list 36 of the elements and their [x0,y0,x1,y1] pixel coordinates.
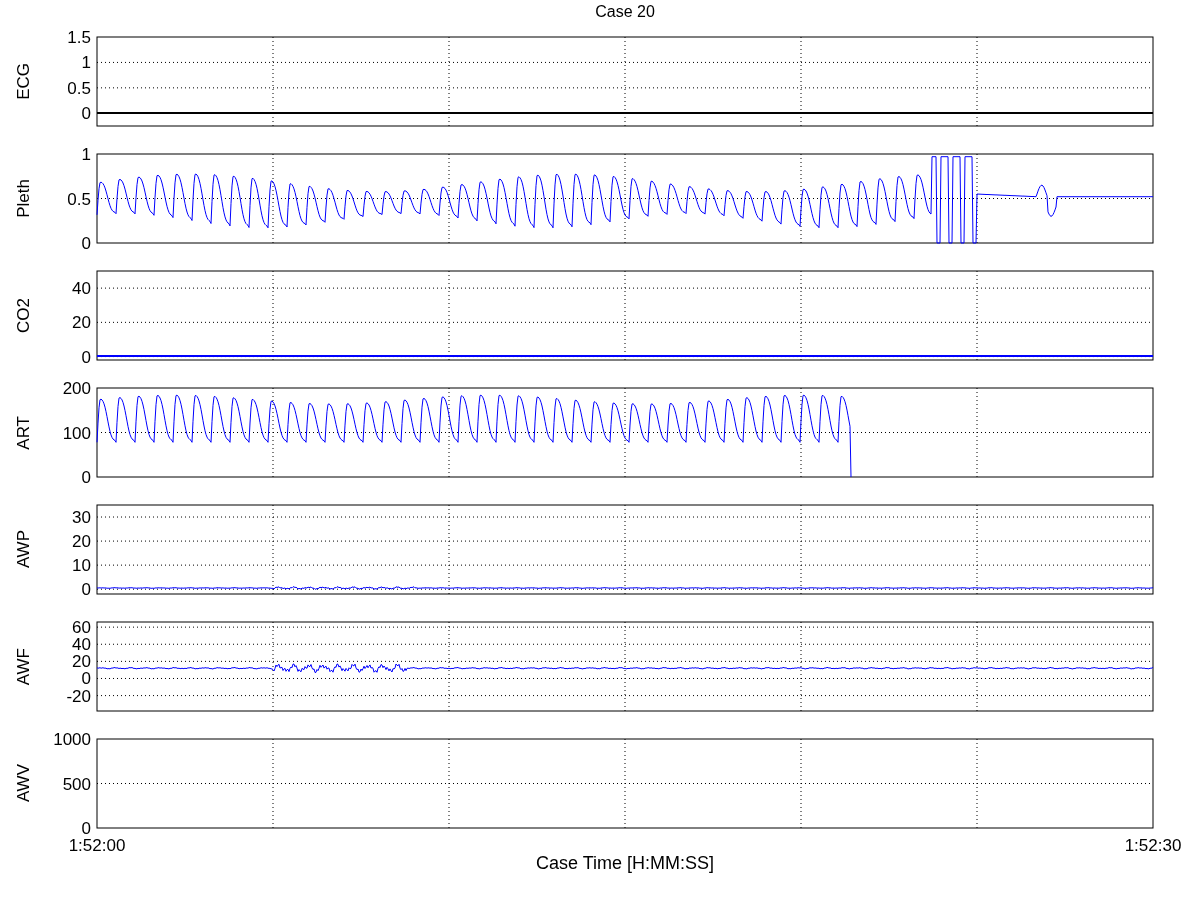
axis-label: ECG [14,63,34,100]
tick-label: 20 [72,313,91,333]
tick-label: 20 [72,652,91,672]
tick-label: 0 [81,104,91,124]
tick-label: 0 [81,468,91,487]
axis-label: ART [14,415,34,450]
axis-label: Pleth [14,179,34,218]
tick-label: 1:52:00 [68,836,126,855]
axis-label: AWF [14,647,34,686]
tick-label: 200 [62,379,91,398]
tick-label: 0 [81,347,91,367]
tick-label: 60 [72,618,91,638]
tick-label: 0 [81,234,91,253]
tick-label: 1 [81,53,91,73]
axis-label: AWP [14,530,34,569]
axis-label: Case Time [H:MM:SS] [536,853,714,874]
tick-label: 20 [72,532,91,552]
axis-label: AWV [14,764,34,803]
tick-label: 500 [62,774,91,794]
tick-label: 0 [81,580,91,600]
tick-label: 100 [62,423,91,443]
tick-label: 40 [72,279,91,299]
axis-label: CO2 [14,298,34,333]
tick-label: 1000 [53,730,91,749]
chart-title: Case 20 [594,2,656,22]
tick-label: 1 [81,145,91,164]
tick-label: -20 [66,686,91,706]
tick-label: 1.5 [67,28,91,47]
tick-label: 0.5 [67,189,91,209]
tick-label: 1:52:30 [1124,836,1182,855]
tick-label: 0.5 [67,78,91,98]
tick-label: 40 [72,635,91,655]
tick-label: 0 [81,819,91,838]
tick-label: 0 [81,669,91,689]
tick-label: 30 [72,508,91,528]
tick-label: 10 [72,556,91,576]
